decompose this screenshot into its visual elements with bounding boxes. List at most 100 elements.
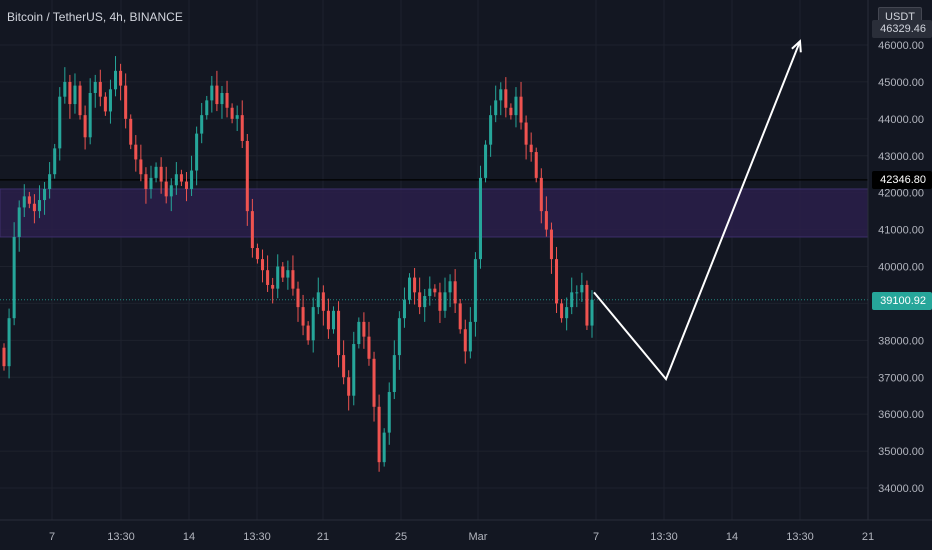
x-tick-label: 21	[862, 531, 874, 543]
candle-body	[108, 89, 112, 112]
candle-body	[98, 81, 102, 97]
candle-body	[347, 377, 351, 396]
y-tick-label: 45000.00	[878, 77, 924, 89]
x-tick-label: 7	[593, 531, 599, 543]
candle-body	[48, 174, 52, 189]
candle-body	[255, 248, 259, 260]
x-tick-label: 13:30	[650, 531, 678, 543]
candle-body	[357, 321, 361, 345]
candle-body	[342, 355, 346, 378]
candle-body	[134, 144, 138, 160]
candle-body	[53, 148, 57, 175]
y-tick-label: 37000.00	[878, 372, 924, 384]
candle-body	[2, 347, 6, 367]
x-tick-label: 14	[183, 531, 195, 543]
candle-body	[174, 174, 178, 186]
x-tick-label: 21	[317, 531, 329, 543]
price-chart[interactable]: 34000.00 35000.00 36000.00 37000.00 38000.00…	[0, 0, 932, 550]
candle-body	[230, 107, 234, 119]
candle-body	[220, 92, 224, 105]
candle-body	[554, 259, 559, 304]
candle-body	[463, 329, 467, 352]
candle-body	[32, 203, 36, 212]
candle-body	[418, 292, 422, 308]
candle-body	[215, 85, 219, 105]
candle-body	[377, 406, 381, 463]
candle-body	[190, 170, 194, 189]
candle-body	[367, 336, 371, 359]
candle-body	[271, 284, 275, 289]
candle-body	[337, 310, 341, 356]
candle-body	[210, 85, 214, 101]
candle-body	[549, 229, 553, 260]
candle-body	[534, 152, 538, 178]
candle-body	[372, 358, 376, 407]
candle-body	[311, 307, 315, 341]
x-tick-label: 7	[49, 531, 55, 543]
candle-body	[326, 310, 330, 330]
candle-body	[413, 277, 417, 293]
y-tick-label: 42000.00	[878, 188, 924, 200]
x-tick-label: 13:30	[243, 531, 271, 543]
candle-body	[164, 181, 168, 197]
candle-body	[159, 166, 163, 182]
line-price-tag: 42346.80	[872, 171, 932, 189]
candle-body	[43, 188, 47, 201]
candle-body	[544, 211, 548, 230]
candle-body	[433, 288, 437, 293]
candle-body	[499, 89, 503, 101]
candle-body	[169, 185, 173, 197]
candle-body	[438, 292, 442, 311]
candle-body	[387, 392, 391, 433]
current-price-tag: 39100.92	[872, 292, 932, 310]
candle-body	[27, 196, 31, 204]
candle-body	[184, 181, 189, 189]
candle-body	[88, 92, 92, 138]
y-tick-label: 43000.00	[878, 151, 924, 163]
candle-body	[73, 85, 77, 105]
candle-body	[407, 277, 412, 300]
candle-body	[286, 270, 290, 278]
y-tick-label: 36000.00	[878, 409, 924, 421]
candle-body	[509, 107, 513, 116]
top-price-tag: 46329.46	[872, 20, 932, 38]
y-tick-label: 34000.00	[878, 483, 924, 495]
candle-body	[514, 96, 518, 116]
candle-body	[139, 159, 143, 175]
candle-body	[316, 292, 320, 308]
candle-body	[63, 81, 67, 97]
candle-body	[195, 133, 199, 171]
candle-body	[478, 177, 483, 260]
candle-body	[565, 307, 569, 319]
candle-body	[149, 177, 153, 189]
candle-body	[83, 115, 87, 138]
candle-body	[129, 118, 133, 145]
candle-body	[17, 207, 21, 237]
candle-body	[448, 281, 452, 293]
candle-body	[489, 115, 493, 145]
candle-body	[144, 174, 148, 189]
candle-body	[179, 174, 183, 182]
x-tick-label: 14	[726, 531, 738, 543]
candle-body	[362, 321, 366, 337]
candle-body	[68, 81, 72, 105]
x-tick-label: 25	[395, 531, 407, 543]
x-tick-label: Mar	[469, 531, 488, 543]
candle-body	[205, 100, 209, 116]
symbol-title: Bitcoin / TetherUS, 4h, BINANCE	[7, 10, 183, 24]
candle-body	[352, 344, 356, 396]
candle-body	[103, 96, 107, 112]
candle-body	[382, 432, 386, 463]
candle-body	[504, 89, 508, 108]
candle-body	[200, 115, 204, 134]
candle-body	[321, 292, 325, 311]
candle-body	[585, 284, 589, 326]
candle-body	[331, 310, 336, 330]
candle-body	[560, 303, 564, 319]
candle-body	[428, 288, 432, 297]
x-tick-label: 13:30	[786, 531, 814, 543]
candle-body	[575, 292, 579, 294]
candle-body	[580, 284, 584, 293]
candle-body	[453, 281, 457, 304]
y-tick-label: 41000.00	[878, 225, 924, 237]
